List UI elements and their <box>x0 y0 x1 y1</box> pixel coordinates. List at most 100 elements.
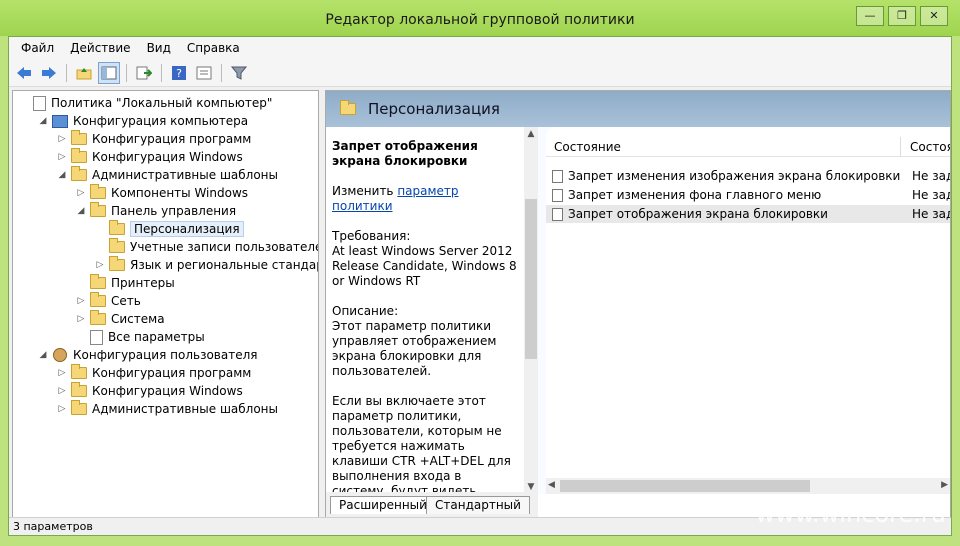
tree-node[interactable]: ▷ Конфигурация программ <box>57 130 251 148</box>
details-title: Персонализация <box>368 100 500 118</box>
menu-file[interactable]: Файл <box>13 41 62 55</box>
scroll-down-icon[interactable]: ▼ <box>524 482 538 492</box>
show-pane-icon[interactable] <box>98 61 120 84</box>
tab-extended[interactable]: Расширенный <box>330 496 436 514</box>
title-bar[interactable]: Редактор локальной групповой политики — … <box>0 0 960 36</box>
export-icon[interactable] <box>133 62 155 84</box>
close-button[interactable]: ✕ <box>920 6 948 26</box>
expand-arrow-icon[interactable]: ▷ <box>57 386 67 396</box>
tree-node-label: Сеть <box>111 294 141 308</box>
tree-node[interactable]: ▷ Конфигурация Windows <box>57 148 243 166</box>
folder-icon <box>340 100 356 115</box>
tree-node[interactable]: ◢ Панель управления <box>76 202 236 220</box>
properties-icon[interactable] <box>193 62 215 84</box>
tree-node-label: Принтеры <box>111 276 175 290</box>
setting-icon <box>552 169 563 183</box>
restore-button[interactable]: ❐ <box>888 6 916 26</box>
setting-icon <box>552 207 563 221</box>
minimize-button[interactable]: — <box>856 6 884 26</box>
scroll-right-icon[interactable]: ▶ <box>941 480 948 490</box>
collapse-arrow-icon[interactable]: ◢ <box>38 116 48 126</box>
tree-node[interactable]: Политика "Локальный компьютер" <box>19 94 272 112</box>
tree-node-label: Все параметры <box>108 330 205 344</box>
description-panel: Запрет отображения экрана блокировки Изм… <box>326 127 524 494</box>
tree-node-label: Компоненты Windows <box>111 186 249 200</box>
tree-node[interactable]: ◢ Конфигурация пользователя <box>38 346 257 364</box>
menu-action[interactable]: Действие <box>62 41 138 55</box>
help-icon[interactable]: ? <box>168 62 190 84</box>
setting-state: Не задан <box>912 188 950 202</box>
folder-icon <box>90 202 106 217</box>
folder-icon <box>109 256 125 271</box>
tab-standard[interactable]: Стандартный <box>426 496 530 514</box>
folder-icon <box>90 184 106 199</box>
edit-line: Изменить параметр политики <box>332 184 518 214</box>
collapse-arrow-icon[interactable]: ◢ <box>76 206 86 216</box>
description-scrollbar[interactable]: ▲ ▼ <box>524 127 538 494</box>
tree-node[interactable]: ▷ Конфигурация Windows <box>57 382 243 400</box>
edit-prefix: Изменить <box>332 184 398 198</box>
up-folder-icon[interactable] <box>73 62 95 84</box>
tree-node[interactable]: ▷ Конфигурация программ <box>57 364 251 382</box>
tree-node[interactable]: ▷ Административные шаблоны <box>57 400 278 418</box>
setting-row[interactable]: Запрет изменения изображения экрана блок… <box>546 167 950 185</box>
filter-icon[interactable] <box>228 62 250 84</box>
menu-help[interactable]: Справка <box>179 41 248 55</box>
toolbar-separator <box>66 63 67 82</box>
expand-arrow-icon[interactable]: ▷ <box>76 314 86 324</box>
column-header-state[interactable]: Состояние <box>554 140 621 154</box>
tree-node[interactable]: ▷ Компоненты Windows <box>76 184 248 202</box>
toolbar: ? <box>9 59 951 87</box>
expand-arrow-icon[interactable]: ▷ <box>76 188 86 198</box>
folder-icon <box>109 220 125 235</box>
tree-node[interactable]: Учетные записи пользователей <box>95 238 318 256</box>
tree-node[interactable]: Персонализация <box>95 220 244 238</box>
toolbar-separator <box>126 63 127 82</box>
tree-node[interactable]: Принтеры <box>76 274 175 292</box>
folder-icon <box>90 292 106 307</box>
scroll-up-icon[interactable]: ▲ <box>524 129 538 139</box>
folder-icon <box>90 274 106 289</box>
collapse-arrow-icon[interactable]: ◢ <box>57 170 67 180</box>
user-icon <box>53 348 67 362</box>
column-header-state-2[interactable]: Состоян <box>910 140 950 154</box>
column-separator[interactable] <box>900 137 901 157</box>
view-tabs: Расширенный Стандартный <box>326 492 538 518</box>
tree-node[interactable]: ◢ Административные шаблоны <box>57 166 278 184</box>
tree-node[interactable]: ▷ Система <box>76 310 165 328</box>
toolbar-separator <box>161 63 162 82</box>
expand-arrow-icon[interactable]: ▷ <box>57 134 67 144</box>
scroll-thumb[interactable] <box>525 199 537 359</box>
tree-node[interactable]: ◢ Конфигурация компьютера <box>38 112 249 130</box>
expand-arrow-icon[interactable]: ▷ <box>95 260 105 270</box>
computer-icon <box>52 114 68 128</box>
menu-view[interactable]: Вид <box>139 41 179 55</box>
expand-arrow-icon[interactable]: ▷ <box>57 152 67 162</box>
details-pane: Персонализация Запрет отображения экрана… <box>325 90 951 519</box>
list-scrollbar[interactable]: ◀ ▶ <box>546 478 950 494</box>
details-header: Персонализация <box>326 91 950 127</box>
expand-arrow-icon[interactable]: ▷ <box>57 368 67 378</box>
forward-icon[interactable] <box>38 62 60 84</box>
setting-row[interactable]: Запрет отображения экрана блокировки Не з… <box>546 205 950 223</box>
folder-icon <box>71 148 87 163</box>
window-title: Редактор локальной групповой политики <box>325 12 635 28</box>
scroll-left-icon[interactable]: ◀ <box>548 480 555 490</box>
hscroll-thumb[interactable] <box>560 480 810 492</box>
setting-row[interactable]: Запрет изменения фона главного меню Не за… <box>546 186 950 204</box>
document-icon <box>90 329 103 345</box>
folder-icon <box>71 166 87 181</box>
tree-node-label: Панель управления <box>111 204 237 218</box>
tree-node[interactable]: ▷ Сеть <box>76 292 141 310</box>
tree-node[interactable]: Все параметры <box>76 328 205 346</box>
description-label: Описание: <box>332 304 399 318</box>
expand-arrow-icon[interactable]: ▷ <box>76 296 86 306</box>
tree-node-label: Политика "Локальный компьютер" <box>51 96 273 110</box>
collapse-arrow-icon[interactable]: ◢ <box>38 350 48 360</box>
tree-node-label: Конфигурация Windows <box>92 150 243 164</box>
expand-arrow-icon[interactable]: ▷ <box>57 404 67 414</box>
tree-node-label: Административные шаблоны <box>92 402 279 416</box>
tree-node[interactable]: ▷ Язык и региональные стандарты <box>95 256 318 274</box>
back-icon[interactable] <box>13 62 35 84</box>
client-area: Файл Действие Вид Справка ? Политика "Ло… <box>8 36 952 536</box>
